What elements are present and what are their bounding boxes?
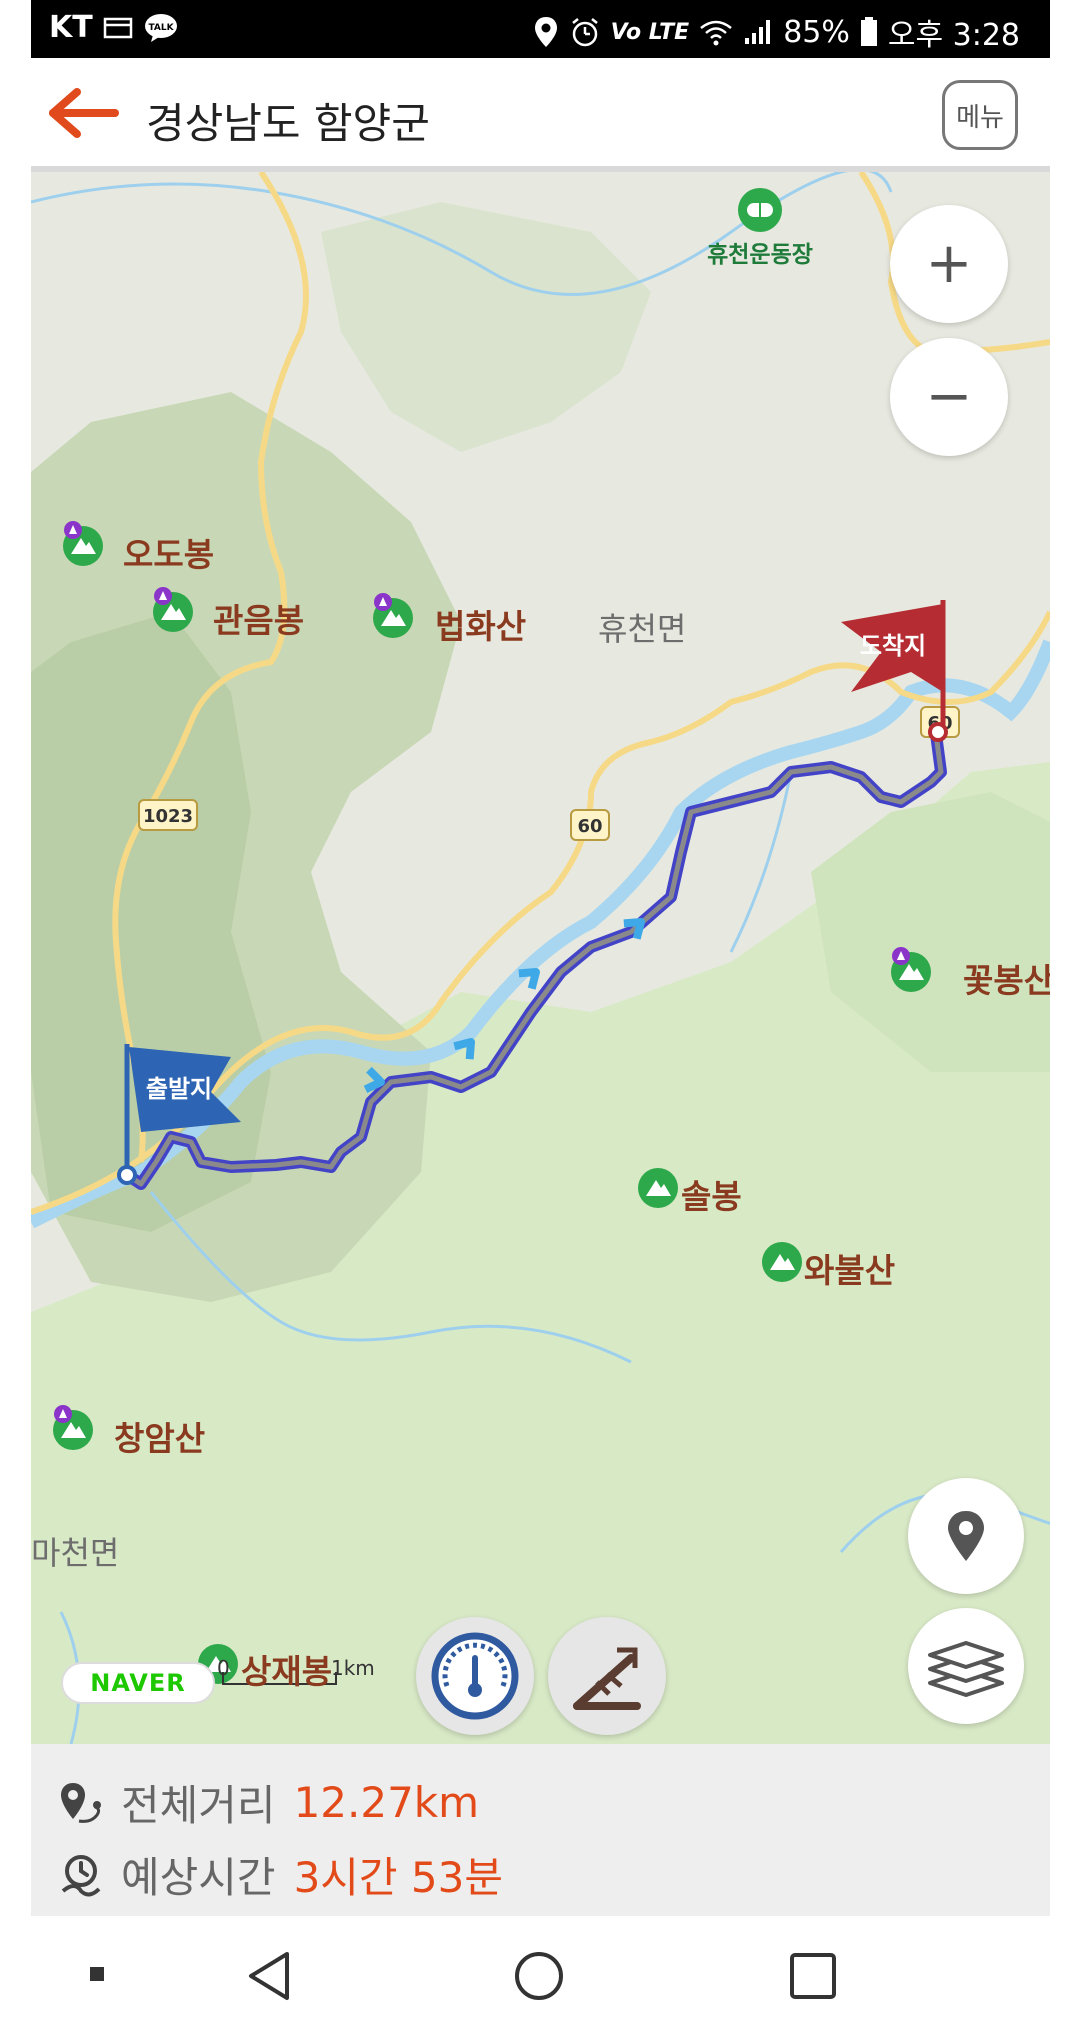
- back-button[interactable]: [49, 88, 119, 138]
- svg-text:1023: 1023: [143, 806, 193, 827]
- battery-percent: 85%: [783, 14, 850, 50]
- kakaotalk-badge: TALK: [148, 23, 174, 33]
- overview-button[interactable]: [783, 1948, 843, 2004]
- distance-icon: [61, 1782, 101, 1823]
- poi-label: 휴천운동장: [707, 242, 813, 268]
- speedometer-button[interactable]: [416, 1617, 534, 1735]
- peak-label: 오도봉: [123, 535, 215, 574]
- peak-label: 솔봉: [681, 1177, 742, 1216]
- slope-button[interactable]: [548, 1617, 666, 1735]
- zoom-in-button[interactable]: +: [890, 205, 1008, 323]
- speedometer-icon: [431, 1632, 519, 1720]
- peak-label: 관음봉: [213, 601, 305, 640]
- ridge-area-north: [321, 202, 651, 452]
- distance-label: 전체거리: [121, 1781, 276, 1830]
- zoom-out-button[interactable]: −: [890, 338, 1008, 456]
- app-header: 경상남도 함양군 메뉴: [31, 58, 1050, 172]
- app-frame: KT TALK Vo LTE 85% 오후 3:28 경상남도 함양군 메뉴 1…: [31, 0, 1050, 2034]
- arrow-left-icon: [49, 88, 119, 138]
- layers-button[interactable]: [908, 1608, 1024, 1724]
- menu-button[interactable]: 메뉴: [942, 80, 1018, 150]
- layers-icon: [928, 1641, 1004, 1697]
- clock: 오후 3:28: [887, 18, 1020, 53]
- scale-end-label: 1km: [331, 1656, 375, 1680]
- system-nav-bar: [31, 1916, 1050, 2034]
- circle-home-icon: [515, 1952, 563, 2000]
- scale-start-label: 0: [217, 1656, 230, 1680]
- peak-label: 법화산: [435, 607, 527, 646]
- mountain-icon: [762, 1242, 802, 1282]
- time-icon: [61, 1854, 101, 1896]
- location-pin-icon: [948, 1511, 984, 1561]
- time-value: 3시간 53분: [293, 1853, 503, 1902]
- route-summary: 전체거리 12.27km 예상시간 3시간 53분: [31, 1744, 1050, 1916]
- square-dot-icon: [90, 1967, 104, 1981]
- location-icon: [533, 16, 559, 48]
- road-shield-1023: 1023: [138, 799, 198, 831]
- sim-icon: [103, 16, 133, 40]
- area-label: 마천면: [31, 1534, 120, 1572]
- time-row: 예상시간 3시간 53분: [57, 1844, 503, 1905]
- wifi-icon: [699, 18, 733, 46]
- slope-icon: [573, 1647, 641, 1710]
- battery-icon: [860, 17, 878, 47]
- area-label: 휴천면: [598, 610, 687, 648]
- volte-icon: Vo LTE: [610, 19, 690, 45]
- svg-text:도착지: 도착지: [860, 632, 926, 660]
- svg-text:출발지: 출발지: [146, 1075, 212, 1103]
- time-label: 예상시간: [121, 1853, 276, 1902]
- plus-icon: +: [925, 231, 973, 296]
- peak-label: 상재봉: [241, 1652, 333, 1691]
- naver-logo: NAVER: [61, 1662, 215, 1704]
- back-nav-button[interactable]: [241, 1948, 301, 2004]
- triangle-back-icon: [249, 1952, 289, 2000]
- carrier-label: KT: [49, 10, 93, 45]
- kakaotalk-icon: TALK: [143, 13, 179, 43]
- status-bar: KT TALK Vo LTE 85% 오후 3:28: [31, 0, 1050, 58]
- distance-row: 전체거리 12.27km: [57, 1772, 479, 1833]
- page-title: 경상남도 함양군: [146, 99, 430, 148]
- map-view[interactable]: 1023 60 60 도착지 출발지: [31, 172, 1050, 1744]
- peak-label: 와불산: [804, 1251, 896, 1290]
- road-shield-60: 60: [570, 809, 610, 841]
- mountain-icon: [638, 1168, 678, 1208]
- home-button[interactable]: [509, 1948, 569, 2004]
- my-location-button[interactable]: [908, 1478, 1024, 1594]
- peak-label: 창암산: [114, 1419, 206, 1458]
- square-overview-icon: [790, 1953, 836, 1999]
- minus-icon: −: [925, 364, 973, 429]
- sports-ground-icon: [738, 188, 782, 232]
- distance-value: 12.27km: [293, 1778, 480, 1827]
- signal-icon: [743, 18, 773, 46]
- recent-button[interactable]: [86, 1963, 108, 1985]
- peak-label: 꽃봉산: [963, 961, 1050, 1000]
- alarm-icon: [569, 16, 601, 48]
- svg-text:60: 60: [577, 816, 602, 837]
